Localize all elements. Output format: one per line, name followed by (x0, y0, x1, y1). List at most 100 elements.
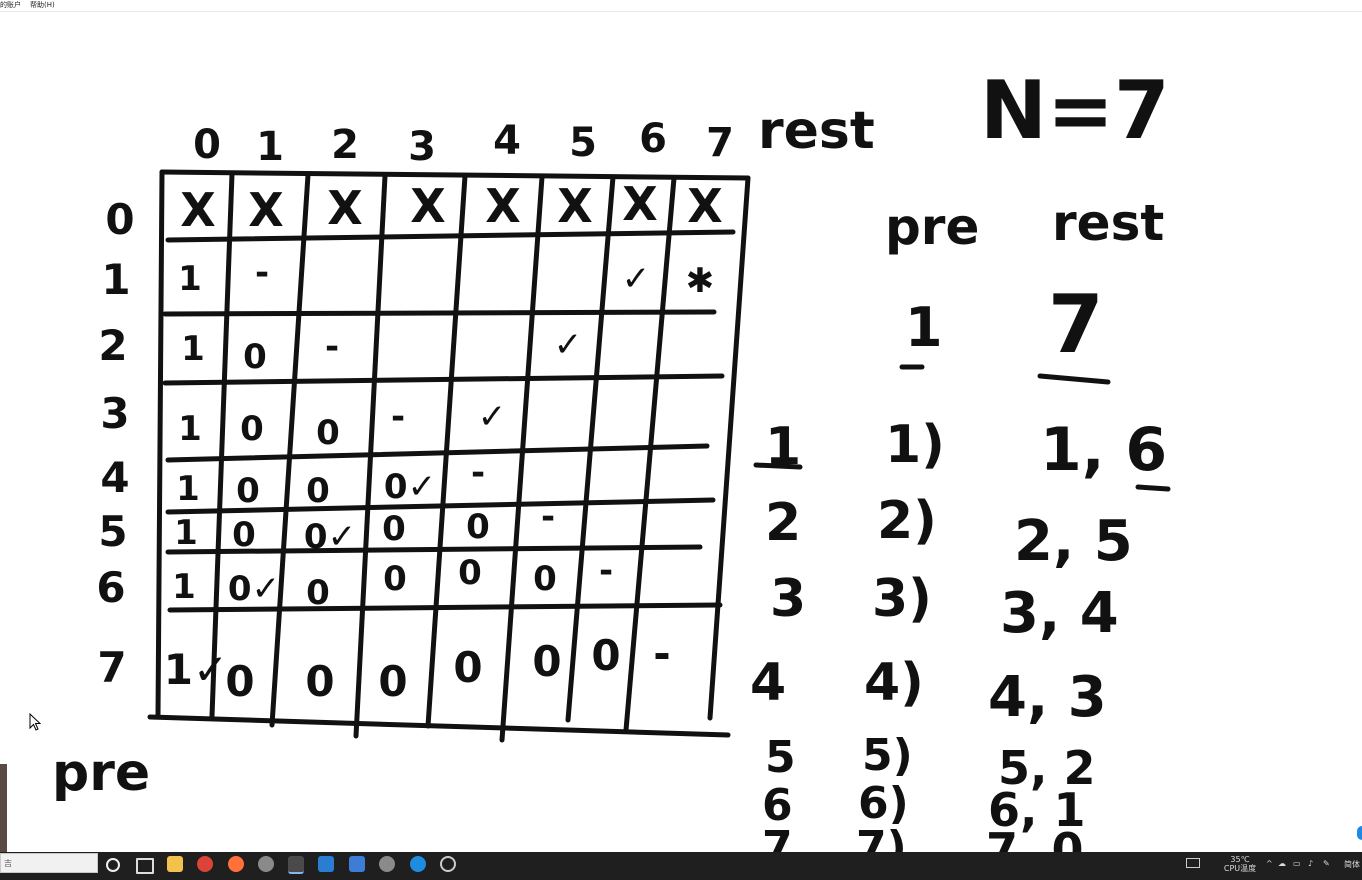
cell: 0 (232, 515, 256, 555)
side-index: 5 (765, 732, 796, 783)
row-header: 0 (105, 195, 134, 244)
outlook-icon[interactable] (318, 856, 334, 872)
side-rest-header: rest (1052, 194, 1164, 252)
whiteboard-canvas[interactable]: 0 1 2 3 4 5 6 7 rest N=7 0 1 2 3 4 5 6 7… (0, 12, 1362, 877)
side-pre: 3) (872, 569, 932, 629)
col-header: 5 (569, 120, 597, 166)
task-view-icon[interactable] (136, 858, 154, 874)
side-rest: 3, 4 (1000, 581, 1119, 646)
cell-mark: X (248, 183, 283, 237)
edge-icon[interactable] (410, 856, 426, 872)
row-header: 6 (96, 563, 125, 612)
n-label: N=7 (980, 64, 1170, 157)
row-header: 1 (101, 255, 130, 304)
cell: ✓ (622, 259, 651, 299)
cell: 0✓ (384, 467, 436, 507)
row-header: 7 (97, 643, 126, 692)
row-header: 3 (100, 389, 129, 438)
cell: 1 (178, 259, 202, 299)
cell-mark: X (687, 179, 722, 233)
cell: 1 (172, 567, 196, 607)
menu-item-help[interactable]: 帮助(H) (30, 1, 55, 9)
app-icon[interactable] (258, 856, 274, 872)
cell: 0 (236, 471, 260, 511)
chevron-up-icon[interactable]: ^ (1266, 859, 1273, 868)
col-header: 0 (193, 122, 221, 168)
col-header: 1 (256, 124, 284, 170)
row-header: 4 (100, 453, 129, 502)
drawing-app-icon[interactable] (288, 856, 304, 874)
cortana-icon[interactable] (106, 858, 120, 872)
row-axis-label: pre (52, 743, 150, 803)
file-explorer-icon[interactable] (167, 856, 183, 872)
side-index: 2 (765, 493, 801, 553)
floating-assistant-icon[interactable] (1357, 826, 1362, 840)
cell: 0 (458, 553, 482, 593)
mouse-cursor-icon (29, 713, 41, 731)
cell: 1 (181, 329, 205, 369)
cell: 0✓ (304, 517, 356, 557)
webcam-overlay (0, 764, 7, 854)
cloud-icon[interactable]: ☁ (1278, 859, 1286, 868)
feishu-icon[interactable] (349, 856, 365, 872)
col-header: 6 (639, 116, 667, 162)
cell: 1 (178, 409, 202, 449)
cell: 0 (240, 409, 264, 449)
row-header: 2 (98, 321, 127, 370)
cell: 0 (305, 657, 334, 706)
side-rest: 4, 3 (988, 665, 1107, 730)
col-header: 3 (408, 124, 436, 170)
cell: 0 (225, 657, 254, 706)
side-pre-header: pre (885, 198, 979, 256)
cell: 0 (243, 337, 267, 377)
chrome-icon[interactable] (197, 856, 213, 872)
cell: 0 (316, 413, 340, 453)
search-placeholder: 吉 (4, 859, 12, 868)
cell-mark: X (485, 179, 520, 233)
firefox-icon[interactable] (228, 856, 244, 872)
cell: 1✓ (164, 645, 228, 694)
cell-mark: X (180, 183, 215, 237)
whiteboard-drawing: 0 1 2 3 4 5 6 7 rest N=7 0 1 2 3 4 5 6 7… (52, 64, 1171, 877)
cell: 0 (306, 573, 330, 613)
side-index: 4 (750, 653, 786, 713)
cell: - (325, 327, 339, 367)
col-header: 2 (331, 122, 359, 168)
side-start-rest: 7 (1048, 278, 1104, 371)
menu-bar: 的账户 帮助(H) (0, 0, 1362, 12)
cell: 0 (466, 507, 490, 547)
temperature-value: 35℃ (1230, 855, 1250, 864)
app-icon[interactable] (379, 856, 395, 872)
cell: 1 (174, 513, 198, 553)
settings-icon[interactable] (440, 856, 456, 872)
side-index: 1 (765, 417, 801, 477)
pen-icon[interactable]: ✎ (1323, 859, 1330, 868)
cell: - (541, 497, 555, 537)
menu-item-account[interactable]: 的账户 (0, 1, 21, 9)
side-pre: 2) (877, 491, 937, 551)
col-header: 7 (706, 120, 734, 166)
side-rest: 7, 0 (986, 823, 1084, 852)
side-index: 7 (762, 822, 793, 852)
cell: 0 (383, 559, 407, 599)
cell: 0 (532, 637, 561, 686)
cpu-temperature: 35℃ CPU温度 (1222, 855, 1258, 873)
cell: - (391, 397, 405, 437)
cell-mark: X (622, 177, 657, 231)
cell: 0 (533, 559, 557, 599)
cell-mark: X (410, 179, 445, 233)
network-icon[interactable]: ▭ (1293, 859, 1301, 868)
volume-icon[interactable]: ♪ (1308, 859, 1313, 868)
side-index: 3 (770, 569, 806, 629)
cell: 0 (378, 657, 407, 706)
side-pre: 7) (856, 822, 907, 852)
side-pre: 1) (885, 415, 945, 475)
input-method-indicator[interactable]: 简体 (1344, 860, 1360, 869)
side-rest: 2, 5 (1014, 509, 1133, 574)
cell: 0 (453, 643, 482, 692)
keyboard-icon[interactable] (1186, 858, 1200, 868)
taskbar-search-input[interactable]: 吉 (0, 853, 98, 873)
cell: - (255, 253, 269, 293)
cell: 0✓ (228, 569, 280, 609)
side-pre: 5) (862, 730, 913, 781)
